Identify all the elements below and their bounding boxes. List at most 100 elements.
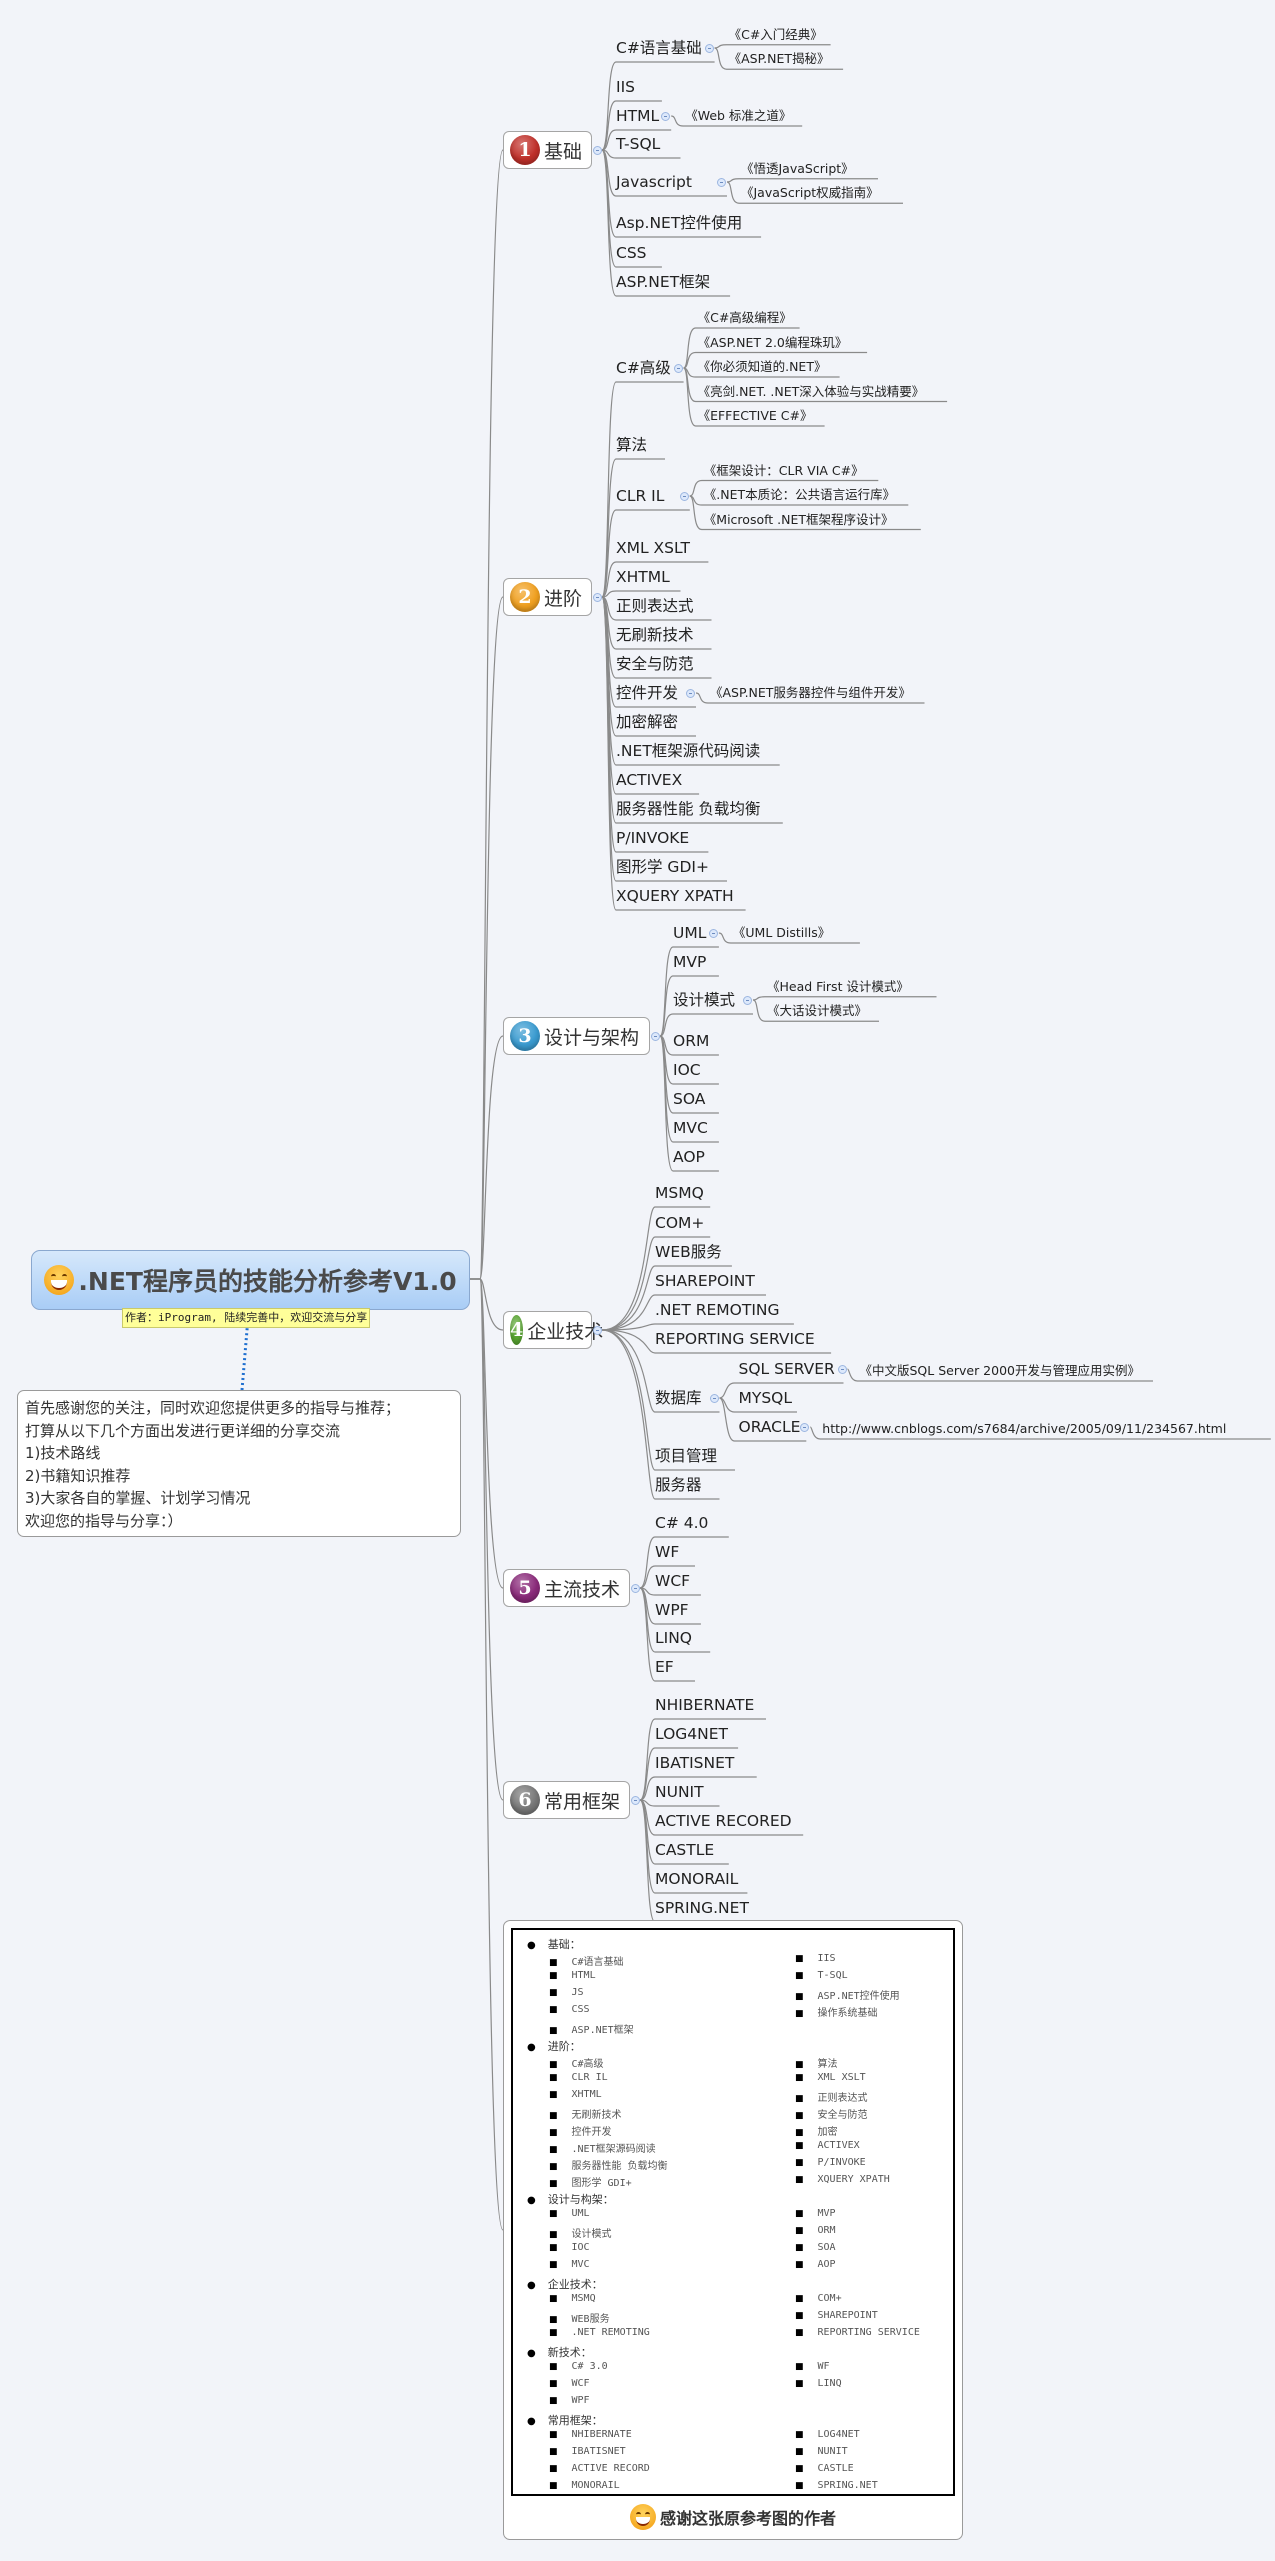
subtopic[interactable]: XHTML <box>616 567 670 587</box>
subtopic[interactable]: ORACLE <box>739 1417 801 1437</box>
collapse-toggle-icon[interactable] <box>709 1394 719 1403</box>
subtopic[interactable]: .NET REMOTING <box>655 1300 780 1320</box>
subtopic[interactable]: WPF <box>655 1600 689 1620</box>
subtopic[interactable]: Asp.NET控件使用 <box>616 213 742 233</box>
collapse-toggle-icon[interactable] <box>593 593 602 602</box>
subtopic[interactable]: ACTIVEX <box>616 770 682 790</box>
subtopic[interactable]: LOG4NET <box>655 1724 728 1744</box>
branch-topic-2[interactable]: 2 进阶 <box>503 578 592 616</box>
subtopic[interactable]: 设计模式 <box>673 990 735 1010</box>
subtopic[interactable]: CSS <box>616 243 647 263</box>
reference-image-topic[interactable]: 基础：C#语言基础 IIS HTML T-SQL JS ASP.NET控件使用 CSS 操作系… <box>503 1920 963 2540</box>
subtopic[interactable]: MYSQL <box>739 1388 793 1408</box>
collapse-toggle-icon[interactable] <box>661 112 671 121</box>
subtopic[interactable]: 数据库 <box>655 1388 702 1408</box>
collapse-toggle-icon[interactable] <box>631 1796 640 1805</box>
subtopic[interactable]: IIS <box>616 77 635 97</box>
subtopic[interactable]: MSMQ <box>655 1183 704 1203</box>
subtopic[interactable]: 服务器性能 负载均衡 <box>616 799 760 819</box>
book-reference[interactable]: 《中文版SQL Server 2000开发与管理应用实例》 <box>860 1363 1141 1379</box>
collapse-toggle-icon[interactable] <box>686 689 695 698</box>
subtopic[interactable]: SQL SERVER <box>739 1359 835 1379</box>
subtopic[interactable]: WEB服务 <box>655 1242 722 1262</box>
book-reference[interactable]: 《ASP.NET服务器控件与组件开发》 <box>710 685 911 701</box>
subtopic[interactable]: 项目管理 <box>655 1446 717 1466</box>
subtopic[interactable]: Javascript <box>616 172 692 192</box>
book-reference[interactable]: 《ASP.NET 2.0编程珠玑》 <box>698 335 848 351</box>
subtopic[interactable]: LINQ <box>655 1628 692 1648</box>
branch-topic-5[interactable]: 5 主流技术 <box>503 1569 630 1607</box>
subtopic[interactable]: C#高级 <box>616 358 671 378</box>
book-reference[interactable]: 《亮剑.NET. .NET深入体验与实战精要》 <box>698 384 925 400</box>
book-reference[interactable]: 《.NET本质论：公共语言运行库》 <box>704 487 895 503</box>
book-reference[interactable]: 《C#入门经典》 <box>729 27 823 43</box>
subtopic[interactable]: MVP <box>673 952 706 972</box>
branch-topic-6[interactable]: 6 常用框架 <box>503 1781 630 1819</box>
subtopic[interactable]: 算法 <box>616 435 647 455</box>
subtopic[interactable]: P/INVOKE <box>616 828 689 848</box>
subtopic[interactable]: XML XSLT <box>616 538 690 558</box>
collapse-toggle-icon[interactable] <box>704 44 714 53</box>
subtopic[interactable]: AOP <box>673 1147 705 1167</box>
intro-note[interactable]: 首先感谢您的关注，同时欢迎您提供更多的指导与推荐； 打算从以下几个方面出发进行更详… <box>17 1390 461 1537</box>
book-reference[interactable]: 《悟透JavaScript》 <box>741 161 854 177</box>
subtopic[interactable]: 无刷新技术 <box>616 625 694 645</box>
subtopic[interactable]: IBATISNET <box>655 1753 734 1773</box>
book-reference[interactable]: 《你必须知道的.NET》 <box>698 359 827 375</box>
collapse-toggle-icon[interactable] <box>631 1584 640 1593</box>
subtopic[interactable]: 服务器 <box>655 1475 702 1495</box>
subtopic[interactable]: EF <box>655 1657 674 1677</box>
book-reference[interactable]: 《框架设计：CLR VIA C#》 <box>704 463 864 479</box>
collapse-toggle-icon[interactable] <box>708 929 718 938</box>
subtopic[interactable]: SOA <box>673 1089 705 1109</box>
subtopic[interactable]: HTML <box>616 106 659 126</box>
book-reference[interactable]: 《C#高级编程》 <box>698 310 792 326</box>
book-reference[interactable]: 《Head First 设计模式》 <box>767 979 909 995</box>
subtopic[interactable]: ACTIVE RECORED <box>655 1811 792 1831</box>
subtopic[interactable]: 正则表达式 <box>616 596 694 616</box>
subtopic[interactable]: 加密解密 <box>616 712 678 732</box>
subtopic[interactable]: 图形学 GDI+ <box>616 857 709 877</box>
collapse-toggle-icon[interactable] <box>651 1032 660 1041</box>
collapse-toggle-icon[interactable] <box>679 492 689 501</box>
subtopic[interactable]: XQUERY XPATH <box>616 886 734 906</box>
branch-topic-1[interactable]: 1 基础 <box>503 131 592 169</box>
subtopic[interactable]: C#语言基础 <box>616 38 702 58</box>
book-reference[interactable]: 《Microsoft .NET框架程序设计》 <box>704 512 894 528</box>
subtopic[interactable]: SPRING.NET <box>655 1898 749 1918</box>
collapse-toggle-icon[interactable] <box>800 1423 810 1432</box>
subtopic[interactable]: ORM <box>673 1031 709 1051</box>
book-reference[interactable]: 《大话设计模式》 <box>767 1003 867 1019</box>
subtopic[interactable]: WCF <box>655 1571 690 1591</box>
book-reference[interactable]: 《EFFECTIVE C#》 <box>698 408 813 424</box>
subtopic[interactable]: 控件开发 <box>616 683 678 703</box>
subtopic[interactable]: .NET框架源代码阅读 <box>616 741 760 761</box>
collapse-toggle-icon[interactable] <box>717 178 726 187</box>
subtopic[interactable]: IOC <box>673 1060 701 1080</box>
subtopic[interactable]: CASTLE <box>655 1840 714 1860</box>
subtopic[interactable]: MONORAIL <box>655 1869 738 1889</box>
subtopic[interactable]: 安全与防范 <box>616 654 694 674</box>
collapse-toggle-icon[interactable] <box>593 1326 602 1335</box>
book-reference[interactable]: 《UML Distills》 <box>733 925 830 941</box>
subtopic[interactable]: T-SQL <box>616 134 660 154</box>
subtopic[interactable]: UML <box>673 923 706 943</box>
subtopic[interactable]: NHIBERNATE <box>655 1695 754 1715</box>
subtopic[interactable]: CLR IL <box>616 486 664 506</box>
branch-topic-4[interactable]: 4 企业技术 <box>503 1311 603 1349</box>
subtopic[interactable]: ASP.NET框架 <box>616 272 710 292</box>
subtopic[interactable]: REPORTING SERVICE <box>655 1329 815 1349</box>
collapse-toggle-icon[interactable] <box>837 1365 847 1374</box>
subtopic[interactable]: WF <box>655 1542 679 1562</box>
book-reference[interactable]: 《Web 标准之道》 <box>685 108 791 124</box>
reference-link[interactable]: http://www.cnblogs.com/s7684/archive/200… <box>822 1421 1226 1437</box>
collapse-toggle-icon[interactable] <box>673 364 683 373</box>
subtopic[interactable]: NUNIT <box>655 1782 704 1802</box>
book-reference[interactable]: 《ASP.NET揭秘》 <box>729 51 830 67</box>
subtopic[interactable]: COM+ <box>655 1213 704 1233</box>
central-topic[interactable]: .NET程序员的技能分析参考V1.0 <box>31 1250 470 1310</box>
book-reference[interactable]: 《JavaScript权威指南》 <box>741 185 879 201</box>
subtopic[interactable]: SHAREPOINT <box>655 1271 755 1291</box>
collapse-toggle-icon[interactable] <box>593 146 602 155</box>
subtopic[interactable]: C# 4.0 <box>655 1513 708 1533</box>
